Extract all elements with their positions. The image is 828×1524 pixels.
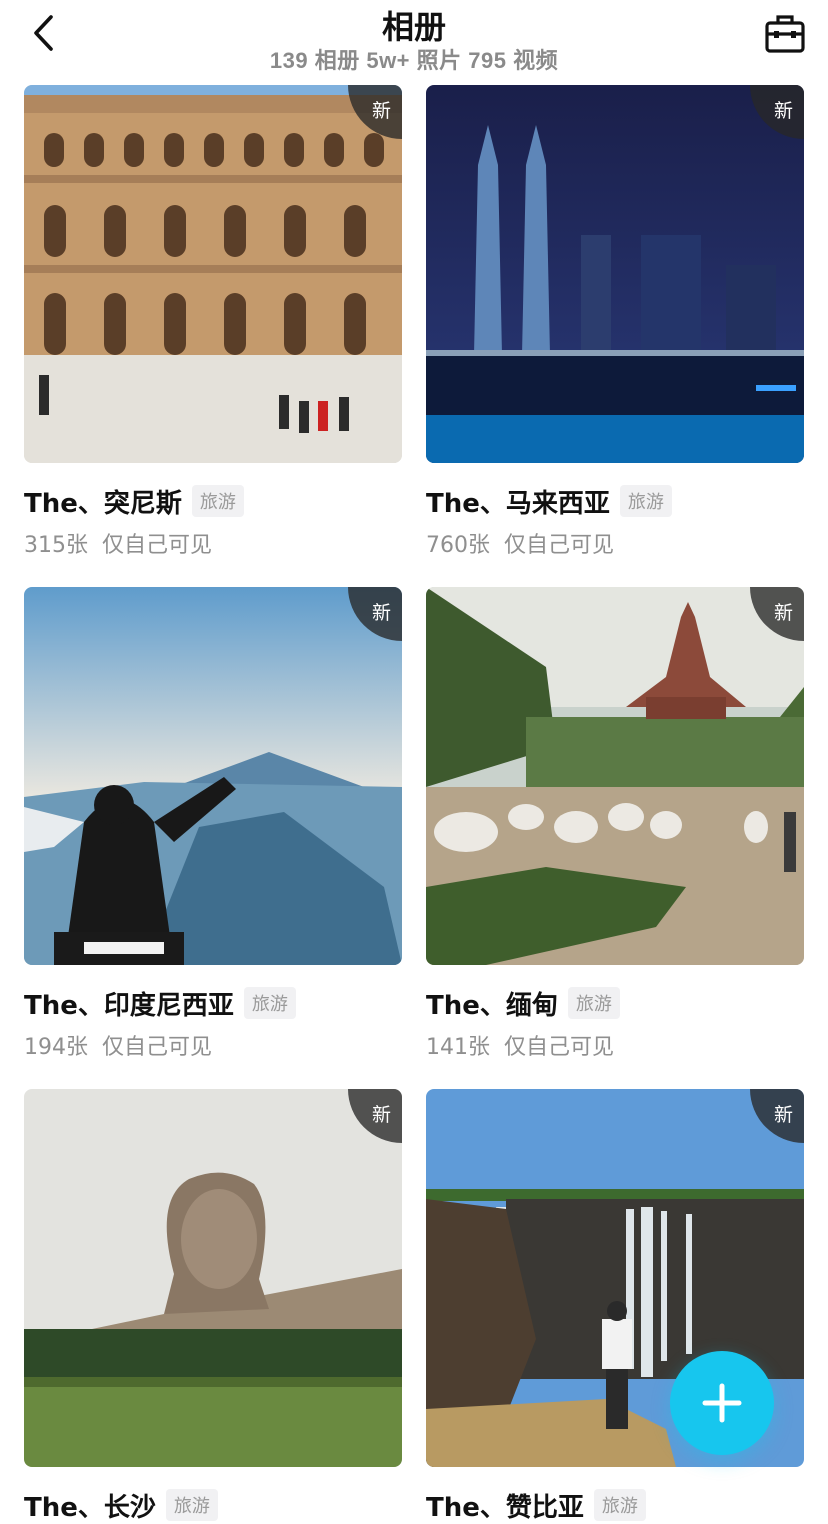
album-tag: 旅游 bbox=[567, 987, 620, 1019]
visibility-label: 仅自己可见 bbox=[504, 1035, 615, 1060]
album-card[interactable]: 新 The、印度尼西亚 旅游 194张 仅自己可见 bbox=[24, 587, 402, 1061]
toolbox-icon bbox=[765, 15, 805, 53]
album-stats: 139 相册 5w+ 照片 795 视频 bbox=[269, 48, 559, 73]
album-card[interactable]: 新 The、马来西亚 旅游 760张 仅自己可见 bbox=[426, 85, 804, 559]
album-cover-image bbox=[426, 85, 804, 463]
album-cover-image bbox=[24, 85, 402, 463]
album-title: The、缅甸 bbox=[426, 990, 558, 1021]
plus-icon bbox=[702, 1383, 742, 1423]
album-cover[interactable]: 新 bbox=[426, 85, 804, 463]
album-title: The、赞比亚 bbox=[426, 1492, 584, 1523]
photo-count: 141张 bbox=[426, 1035, 490, 1060]
album-tag: 旅游 bbox=[243, 987, 296, 1019]
top-bar: 相册 139 相册 5w+ 照片 795 视频 bbox=[0, 0, 828, 80]
photo-count: 194张 bbox=[24, 1035, 88, 1060]
album-card[interactable]: 新 The、缅甸 旅游 141张 仅自己可见 bbox=[426, 587, 804, 1061]
album-cover[interactable]: 新 bbox=[24, 587, 402, 965]
album-cover[interactable]: 新 bbox=[24, 85, 402, 463]
album-meta: 315张 仅自己可见 bbox=[24, 527, 402, 559]
visibility-label: 仅自己可见 bbox=[102, 533, 213, 558]
album-tag: 旅游 bbox=[191, 485, 244, 517]
album-cover-image bbox=[24, 1089, 402, 1467]
album-card[interactable]: 新 The、突尼斯 旅游 315张 仅自己可见 bbox=[24, 85, 402, 559]
album-tag: 旅游 bbox=[619, 485, 672, 517]
toolbox-button[interactable] bbox=[760, 10, 810, 58]
album-title: The、长沙 bbox=[24, 1492, 156, 1523]
album-tag: 旅游 bbox=[593, 1489, 646, 1521]
album-cover-image bbox=[24, 587, 402, 965]
album-title: The、印度尼西亚 bbox=[24, 990, 234, 1021]
album-cover[interactable]: 新 bbox=[426, 587, 804, 965]
album-card[interactable]: 新 The、赞比亚 旅游 bbox=[426, 1089, 804, 1523]
visibility-label: 仅自己可见 bbox=[102, 1035, 213, 1060]
album-title: The、马来西亚 bbox=[426, 488, 610, 519]
photo-count: 315张 bbox=[24, 533, 88, 558]
album-cover[interactable]: 新 bbox=[24, 1089, 402, 1467]
album-cover-image bbox=[426, 587, 804, 965]
album-title: The、突尼斯 bbox=[24, 488, 182, 519]
add-album-button[interactable] bbox=[670, 1351, 774, 1455]
page-title: 相册 bbox=[381, 9, 446, 45]
photo-count: 760张 bbox=[426, 533, 490, 558]
album-tag: 旅游 bbox=[165, 1489, 218, 1521]
album-meta: 760张 仅自己可见 bbox=[426, 527, 804, 559]
album-meta: 141张 仅自己可见 bbox=[426, 1029, 804, 1061]
visibility-label: 仅自己可见 bbox=[504, 533, 615, 558]
album-meta: 194张 仅自己可见 bbox=[24, 1029, 402, 1061]
album-card[interactable]: 新 The、长沙 旅游 bbox=[24, 1089, 402, 1523]
